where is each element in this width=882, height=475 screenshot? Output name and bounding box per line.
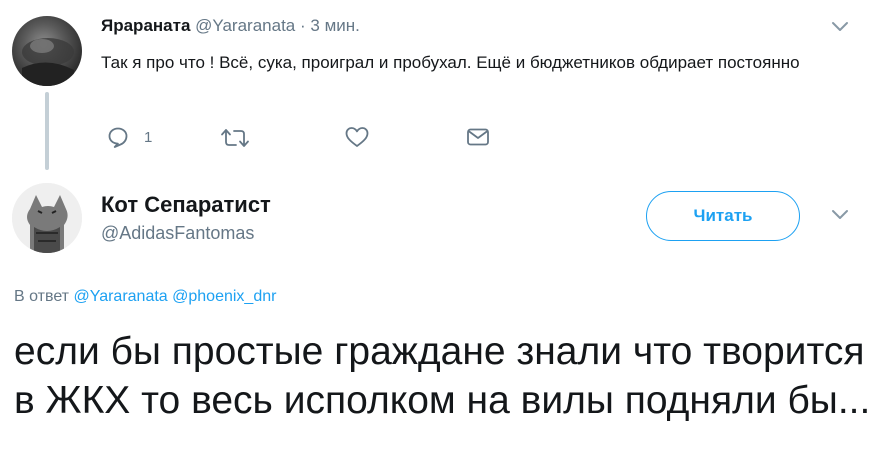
retweet-button[interactable]: [220, 126, 250, 150]
author-name[interactable]: Ярараната: [101, 16, 190, 35]
chevron-down-icon[interactable]: [830, 20, 850, 39]
timestamp[interactable]: 3 мин.: [310, 16, 359, 35]
author-name[interactable]: Кот Сепаратист: [101, 192, 271, 218]
like-button[interactable]: [344, 125, 370, 149]
reply-prefix: В ответ: [14, 288, 70, 305]
reply-button[interactable]: 1: [106, 125, 152, 149]
avatar[interactable]: [12, 16, 82, 86]
tweet-text: если бы простые граждане знали что твори…: [14, 330, 871, 422]
separator: ·: [299, 16, 306, 35]
chevron-down-icon[interactable]: [830, 208, 850, 227]
mention-link[interactable]: @Yararanata: [73, 288, 167, 305]
reply-context: В ответ @Yararanata @phoenix_dnr: [14, 288, 276, 306]
tweet-header: Ярараната @Yararanata · 3 мин.: [101, 16, 360, 36]
mention-link[interactable]: @phoenix_dnr: [172, 288, 276, 305]
avatar[interactable]: [12, 183, 82, 253]
reply-icon: [106, 125, 130, 149]
like-icon: [344, 125, 370, 149]
reply-count: 1: [144, 128, 153, 146]
author-handle[interactable]: @Yararanata: [195, 16, 295, 35]
thread-line: [45, 92, 49, 170]
message-icon: [466, 127, 490, 147]
author-handle[interactable]: @AdidasFantomas: [101, 223, 254, 244]
retweet-icon: [220, 126, 250, 150]
message-button[interactable]: [466, 127, 490, 147]
follow-button[interactable]: Читать: [646, 191, 800, 241]
tweet-text: Так я про что ! Всё, сука, проиграл и пр…: [101, 53, 800, 72]
